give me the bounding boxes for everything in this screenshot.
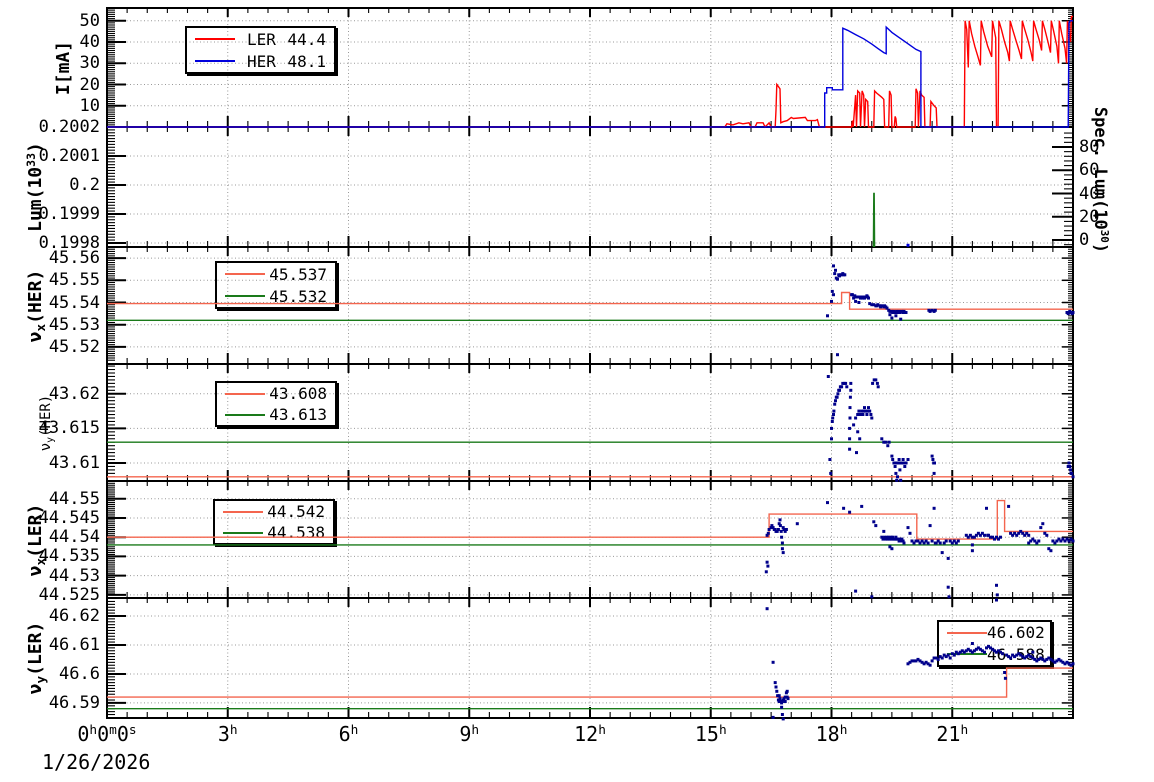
- y-tick-label: 46.61: [48, 634, 100, 655]
- x-tick-label: 12h: [574, 722, 606, 746]
- y-tick-label: 20: [79, 74, 100, 95]
- x-tick-label: 18h: [815, 722, 848, 746]
- right-axis-title: Spec. Lum(1030): [1090, 106, 1111, 254]
- x-tick-label: 15h: [694, 722, 727, 746]
- label-layer: 10 20 30 40 50 I[mA] 0.1998 0.1999 0.2 0.2001 0.20…: [0, 0, 1154, 782]
- x-tick-label: 3h: [217, 722, 238, 746]
- y-tick-label: 45.56: [48, 248, 100, 269]
- y-tick-label: 40: [79, 32, 100, 52]
- y-tick-label: 44.53: [48, 565, 100, 586]
- y-tick-label: 46.62: [48, 605, 100, 626]
- y-tick-label: 45.54: [48, 292, 100, 313]
- y-tick-label: 45.55: [48, 270, 100, 291]
- x-tick-label: 9h: [459, 722, 480, 746]
- y-tick-label: 46.59: [48, 692, 100, 713]
- x-tick-label: 21h: [936, 722, 969, 746]
- y-tick-label: 44.54: [48, 527, 100, 548]
- y-tick-label: 10: [79, 95, 100, 116]
- y-tick-label: 50: [79, 10, 100, 31]
- y-tick-label: 46.6: [59, 663, 100, 684]
- y-axis-title-nuy-ler: νy(LER): [25, 621, 48, 695]
- x-tick-label: 6h: [338, 722, 359, 746]
- y-axis-title-current: I[mA]: [53, 40, 74, 95]
- x-tick-label: 0h0m0s: [77, 722, 137, 746]
- y-tick-label: 44.55: [48, 488, 100, 509]
- y-tick-label: 30: [79, 53, 100, 74]
- y-tick-label: 0.2: [69, 174, 100, 195]
- tune-luminosity-strip-chart: 1/26/2026 LER 44.4 HER 48.1 45.537 45.532 43.6…: [0, 0, 1154, 782]
